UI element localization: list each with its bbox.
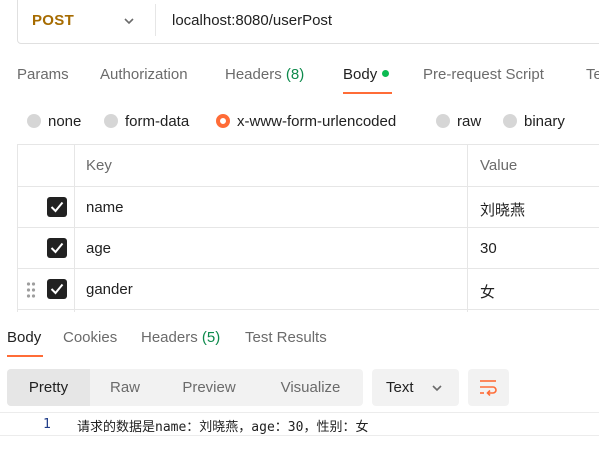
radio-circle-selected (216, 114, 230, 128)
url-bar: POST localhost:8080/userPost (17, 0, 599, 44)
radio-raw[interactable]: raw (436, 111, 481, 131)
radio-x-www-form-urlencoded[interactable]: x-www-form-urlencoded (216, 111, 396, 131)
param-key[interactable]: name (86, 199, 124, 216)
active-response-tab-underline (7, 355, 43, 357)
wrap-lines-button[interactable] (468, 369, 509, 406)
response-headers-count: (5) (201, 329, 221, 346)
view-raw-button[interactable]: Raw (90, 369, 160, 406)
response-tab-cookies[interactable]: Cookies (63, 329, 117, 346)
wrap-lines-icon (480, 380, 497, 396)
active-tab-underline (343, 92, 392, 94)
tab-body[interactable]: Body (343, 66, 390, 83)
tab-pre-request-script[interactable]: Pre-request Script (423, 66, 544, 83)
radio-circle (503, 114, 517, 128)
tab-headers[interactable]: Headers (8) (225, 66, 304, 83)
table-row: name 刘晓燕 (18, 187, 599, 228)
value-column-header: Value (480, 157, 518, 174)
response-tab-headers[interactable]: Headers (5) (141, 329, 220, 346)
row-checkbox[interactable] (47, 197, 67, 217)
body-indicator-dot (382, 70, 390, 77)
divider (155, 4, 156, 36)
radio-circle (27, 114, 41, 128)
view-preview-button[interactable]: Preview (160, 369, 258, 406)
radio-form-data[interactable]: form-data (104, 111, 189, 131)
params-table: Key Value name 刘晓燕 age 30 gander 女 (17, 144, 599, 312)
param-value[interactable]: 女 (480, 281, 495, 302)
drag-handle-icon[interactable] (26, 281, 36, 299)
param-key[interactable]: gander (86, 281, 133, 298)
line-number: 1 (43, 417, 51, 432)
view-mode-toggle: Pretty Raw Preview Visualize (7, 369, 363, 406)
view-pretty-button[interactable]: Pretty (7, 369, 90, 406)
view-visualize-button[interactable]: Visualize (258, 369, 363, 406)
param-key[interactable]: age (86, 240, 111, 257)
response-body-line: 1 请求的数据是name：刘晓燕，age：30，性别：女 (0, 412, 599, 436)
table-row: gander 女 (18, 269, 599, 310)
response-text: 请求的数据是name：刘晓燕，age：30，性别：女 (77, 420, 369, 435)
key-column-header: Key (86, 157, 112, 174)
tab-params[interactable]: Params (17, 66, 69, 83)
chevron-down-icon (432, 385, 442, 392)
response-tab-test-results[interactable]: Test Results (245, 329, 327, 346)
check-icon (50, 283, 64, 295)
row-checkbox[interactable] (47, 279, 67, 299)
headers-count: (8) (285, 66, 305, 83)
chevron-down-icon[interactable] (122, 14, 136, 28)
radio-circle (104, 114, 118, 128)
method-select[interactable]: POST (32, 12, 74, 29)
format-select[interactable]: Text (372, 369, 459, 406)
check-icon (50, 201, 64, 213)
tab-tests[interactable]: Te (586, 66, 599, 83)
param-value[interactable]: 30 (480, 240, 497, 257)
table-row: age 30 (18, 228, 599, 269)
table-header-row: Key Value (18, 145, 599, 187)
response-tab-body[interactable]: Body (7, 329, 41, 346)
param-value[interactable]: 刘晓燕 (480, 199, 525, 220)
check-icon (50, 242, 64, 254)
radio-circle (436, 114, 450, 128)
radio-binary[interactable]: binary (503, 111, 565, 131)
row-checkbox[interactable] (47, 238, 67, 258)
radio-none[interactable]: none (27, 111, 81, 131)
format-label: Text (386, 379, 414, 396)
url-input[interactable]: localhost:8080/userPost (172, 12, 332, 29)
tab-authorization[interactable]: Authorization (100, 66, 188, 83)
